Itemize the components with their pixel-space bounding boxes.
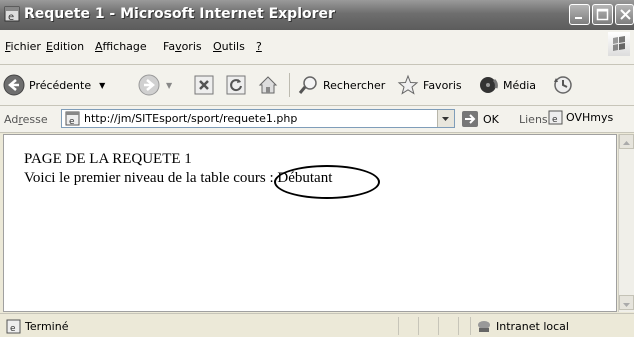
address-bar: Adresse e http://jm/SITEsport/sport/requ…: [0, 106, 634, 133]
menu-bar: Fichier Edition Affichage Favoris Outils…: [0, 30, 634, 65]
done-page-icon: e: [6, 319, 21, 334]
address-dropdown-button[interactable]: [437, 110, 454, 127]
highlight-ellipse: [274, 165, 380, 199]
back-button[interactable]: Précédente ▼: [3, 73, 105, 97]
status-panel: [470, 317, 471, 335]
address-label: Adresse: [4, 113, 48, 126]
status-message: e Terminé: [6, 319, 68, 334]
address-input[interactable]: e http://jm/SITEsport/sport/requete1.php: [61, 109, 455, 128]
menu-fichier[interactable]: Fichier: [5, 40, 41, 53]
maximize-icon: [596, 8, 609, 21]
back-label: Précédente: [29, 78, 92, 92]
windows-logo: [608, 32, 630, 56]
media-label: Média: [503, 78, 537, 92]
favorites-button[interactable]: Favoris: [397, 73, 462, 97]
scroll-chevron-down-icon: [623, 303, 630, 307]
back-dropdown-icon[interactable]: ▼: [99, 81, 105, 90]
links-label[interactable]: Liens: [519, 113, 548, 126]
intranet-zone-icon: [478, 321, 490, 332]
page-content: PAGE DE LA REQUETE 1 Voici le premier ni…: [3, 134, 617, 312]
standard-toolbar: Précédente ▼ ▼ Rechercher Favoris Média: [0, 65, 634, 106]
menu-help[interactable]: ?: [256, 40, 262, 53]
menu-favoris[interactable]: Favoris: [163, 40, 202, 53]
forward-dropdown-icon[interactable]: ▼: [166, 81, 172, 90]
stop-icon: [194, 75, 214, 95]
link-ovhmys[interactable]: e OVHmys: [548, 110, 613, 125]
stop-button[interactable]: [193, 73, 215, 97]
status-panel: [458, 317, 459, 335]
menu-outils[interactable]: Outils: [213, 40, 245, 53]
title-bar[interactable]: e Requete 1 - Microsoft Internet Explore…: [0, 0, 634, 30]
security-zone: Intranet local: [476, 319, 569, 334]
scroll-down-button[interactable]: [619, 295, 634, 310]
home-icon: [258, 76, 278, 94]
go-arrow-icon: [462, 111, 478, 127]
back-arrow-icon: [3, 74, 25, 96]
zone-label: Intranet local: [496, 320, 569, 333]
search-button[interactable]: Rechercher: [297, 73, 385, 97]
media-icon: [480, 77, 498, 93]
history-icon: [554, 76, 572, 94]
address-url: http://jm/SITEsport/sport/requete1.php: [84, 112, 298, 125]
svg-text:e: e: [69, 117, 75, 126]
status-text: Terminé: [25, 320, 69, 333]
go-button[interactable]: OK: [461, 110, 499, 128]
favorites-label: Favoris: [423, 78, 462, 92]
status-panel: [398, 317, 399, 335]
windows-flag-icon: [613, 36, 625, 51]
menu-edition[interactable]: Edition: [46, 40, 84, 53]
vertical-scrollbar[interactable]: [618, 134, 634, 312]
status-bar: e Terminé Intranet local: [0, 313, 634, 337]
svg-text:e: e: [8, 12, 14, 22]
media-button[interactable]: Média: [477, 73, 536, 97]
menu-affichage[interactable]: Affichage: [95, 40, 147, 53]
status-panel: [438, 317, 439, 335]
browser-window: e Requete 1 - Microsoft Internet Explore…: [0, 0, 634, 337]
star-icon: [397, 74, 419, 95]
scroll-up-button[interactable]: [619, 134, 634, 149]
close-button[interactable]: [615, 4, 634, 25]
go-label: OK: [483, 112, 499, 126]
window-title: Requete 1 - Microsoft Internet Explorer: [24, 6, 335, 22]
minimize-button[interactable]: [569, 4, 590, 25]
search-label: Rechercher: [323, 78, 386, 92]
svg-text:e: e: [10, 324, 16, 334]
minimize-icon: [575, 17, 582, 19]
status-panel: [418, 317, 419, 335]
chevron-down-icon: [442, 117, 449, 121]
page-icon: e: [65, 111, 80, 126]
link-page-icon: e: [548, 110, 563, 125]
search-icon: [298, 76, 317, 94]
link-ovhmys-label: OVHmys: [566, 111, 614, 124]
maximize-button[interactable]: [592, 4, 613, 25]
chevron-up-icon: [623, 141, 630, 145]
toolbar-separator: [289, 73, 290, 97]
page-heading: PAGE DE LA REQUETE 1: [24, 151, 192, 167]
home-button[interactable]: [257, 73, 279, 97]
refresh-icon: [226, 75, 246, 95]
ie-window-icon: e: [4, 6, 20, 22]
refresh-button[interactable]: [225, 73, 247, 97]
forward-button[interactable]: ▼: [138, 73, 172, 97]
close-icon: [620, 9, 631, 20]
forward-arrow-icon: [138, 74, 160, 96]
svg-text:e: e: [552, 115, 558, 125]
history-button[interactable]: [552, 73, 574, 97]
